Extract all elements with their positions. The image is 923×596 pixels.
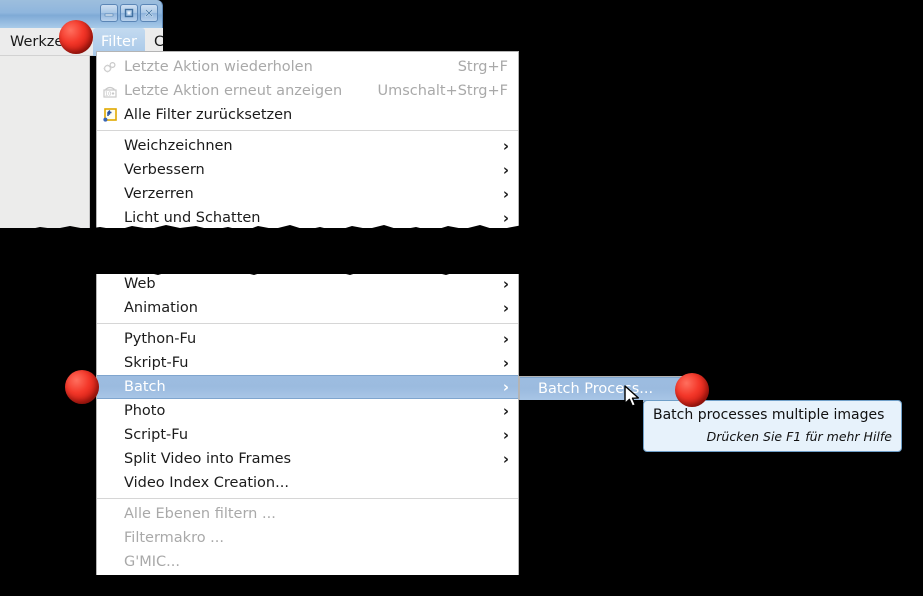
menu-item-weichzeichnen[interactable]: Weichzeichnen › [97, 134, 518, 158]
chevron-right-icon: › [502, 426, 509, 444]
reshow-action-icon: 10 [102, 83, 118, 99]
backdrop-below-submenu-left [519, 400, 643, 596]
maximize-icon [124, 8, 134, 18]
menu-item-repeat-last-action[interactable]: Letzte Aktion wiederholen Strg+F [97, 55, 518, 79]
chevron-right-icon: › [502, 450, 509, 468]
menu-separator [97, 498, 518, 499]
menu-item-animation[interactable]: Animation › [97, 296, 518, 320]
annotation-marker-batch-process [675, 373, 709, 407]
backdrop-left-bottom [0, 232, 96, 596]
menu-item-reshow-last-action[interactable]: 10 Letzte Aktion erneut anzeigen Umschal… [97, 79, 518, 103]
backdrop-menubar-right [163, 28, 923, 51]
filter-dropdown-menu-top: Letzte Aktion wiederholen Strg+F 10 Letz… [96, 51, 519, 247]
chevron-right-icon: › [502, 402, 509, 420]
menu-item-label: Letzte Aktion wiederholen [124, 59, 313, 75]
menu-item-label: Skript-Fu [124, 355, 189, 371]
maximize-button[interactable] [120, 4, 138, 22]
menu-item-label: Animation [124, 300, 198, 316]
menu-item-web[interactable]: Web › [97, 272, 518, 296]
chevron-right-icon: › [502, 299, 509, 317]
menu-item-label: Verbessern [124, 162, 205, 178]
annotation-marker-batch [65, 370, 99, 404]
menu-item-script-fu[interactable]: Script-Fu › [97, 423, 518, 447]
close-icon [144, 8, 154, 18]
menu-item-verbessern[interactable]: Verbessern › [97, 158, 518, 182]
menu-item-label: Photo [124, 403, 166, 419]
backdrop-bottom [0, 575, 923, 596]
menu-item-label: Filtermakro ... [124, 530, 225, 546]
menu-item-accelerator: Umschalt+Strg+F [377, 83, 509, 99]
menu-item-split-video-into-frames[interactable]: Split Video into Frames › [97, 447, 518, 471]
menu-item-label: Alle Filter zurücksetzen [124, 107, 293, 123]
reset-filters-icon [102, 107, 118, 123]
menu-item-label: Alle Ebenen filtern ... [124, 506, 276, 522]
batch-submenu: Batch Process... [519, 376, 684, 402]
menu-item-label: Script-Fu [124, 427, 189, 443]
menu-item-python-fu[interactable]: Python-Fu › [97, 327, 518, 351]
window-control-buttons [100, 4, 158, 22]
backdrop-top-right [163, 0, 923, 28]
submenu-item-batch-process[interactable]: Batch Process... [520, 377, 683, 401]
menu-item-reset-all-filters[interactable]: Alle Filter zurücksetzen [97, 103, 518, 127]
backdrop-right-of-tooltip [902, 400, 923, 460]
menu-item-photo[interactable]: Photo › [97, 399, 518, 423]
menu-item-label: Video Index Creation... [124, 475, 289, 491]
tooltip: Batch processes multiple images Drücken … [643, 400, 902, 452]
tooltip-help-hint: Drücken Sie F1 für mehr Hilfe [706, 429, 892, 444]
chevron-right-icon: › [502, 354, 509, 372]
chevron-right-icon: › [502, 161, 509, 179]
chevron-right-icon: › [502, 275, 509, 293]
chevron-right-icon: › [502, 185, 509, 203]
menu-item-gmic[interactable]: G'MIC... [97, 550, 518, 574]
toolbox-panel [0, 56, 90, 232]
backdrop-right-of-submenu [684, 376, 923, 400]
menu-separator [97, 130, 518, 131]
menu-item-verzerren[interactable]: Verzerren › [97, 182, 518, 206]
svg-text:10: 10 [105, 92, 111, 98]
repeat-action-icon [102, 59, 118, 75]
annotation-marker-menubar [59, 20, 93, 54]
menu-item-label: Weichzeichnen [124, 138, 233, 154]
menu-item-skript-fu[interactable]: Skript-Fu › [97, 351, 518, 375]
menu-item-batch[interactable]: Batch › [97, 375, 518, 399]
minimize-icon [104, 13, 114, 17]
chevron-right-icon: › [502, 378, 509, 396]
chevron-right-icon: › [502, 330, 509, 348]
menu-item-label: Letzte Aktion erneut anzeigen [124, 83, 343, 99]
chevron-right-icon: › [502, 209, 509, 227]
close-button[interactable] [140, 4, 158, 22]
menu-item-licht-und-schatten[interactable]: Licht und Schatten › [97, 206, 518, 230]
menu-item-label: Verzerren [124, 186, 194, 202]
filter-dropdown-menu-bottom: Web › Animation › Python-Fu › Skript-Fu … [96, 272, 519, 577]
backdrop-right-upper [519, 51, 923, 376]
menu-item-label: Batch [124, 379, 166, 395]
menu-item-filtermakro[interactable]: Filtermakro ... [97, 526, 518, 550]
menu-item-accelerator: Strg+F [457, 59, 508, 75]
menu-item-video-index-creation[interactable]: Video Index Creation... [97, 471, 518, 495]
menu-item-alle-ebenen-filtern[interactable]: Alle Ebenen filtern ... [97, 502, 518, 526]
menu-item-label: Licht und Schatten [124, 210, 261, 226]
tooltip-main-text: Batch processes multiple images [653, 407, 885, 423]
minimize-button[interactable] [100, 4, 118, 22]
menu-item-label: Web [124, 276, 156, 292]
menu-item-label: Python-Fu [124, 331, 197, 347]
menu-item-label: Split Video into Frames [124, 451, 292, 467]
menu-separator [97, 323, 518, 324]
chevron-right-icon: › [502, 137, 509, 155]
menu-item-label: G'MIC... [124, 554, 180, 570]
mouse-cursor [624, 385, 639, 407]
